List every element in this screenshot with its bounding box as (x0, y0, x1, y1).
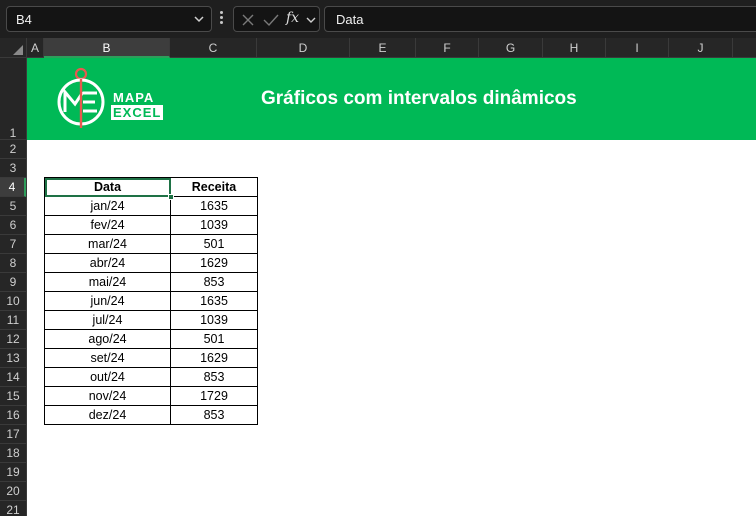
chevron-down-icon[interactable] (306, 13, 316, 27)
formula-input[interactable]: Data (324, 6, 756, 32)
revenue-cell[interactable]: 501 (170, 234, 258, 254)
table-row: nov/24 1729 (44, 386, 258, 406)
table-row: fev/24 1039 (44, 215, 258, 235)
name-box[interactable]: B4 (6, 6, 212, 32)
table-row: dez/24 853 (44, 405, 258, 425)
data-table: Data Receita jan/24 1635 fev/24 1039 mar/24 501… (44, 177, 258, 425)
date-cell[interactable]: jan/24 (44, 196, 171, 216)
row-header: 1 2 3 4 5 6 7 8 9 10 11 12 13 14 15 16 17 18 19 20 21 (0, 58, 27, 516)
row-header-1[interactable]: 1 (0, 58, 26, 140)
row-header-11[interactable]: 11 (0, 311, 26, 330)
name-box-value: B4 (16, 12, 32, 27)
column-header-d[interactable]: D (257, 38, 350, 58)
sheet-title: Gráficos com intervalos dinâmicos (261, 88, 577, 109)
column-header-c[interactable]: C (170, 38, 257, 58)
chevron-down-icon[interactable] (193, 12, 205, 26)
row-header-16[interactable]: 16 (0, 406, 26, 425)
column-header-a[interactable]: A (27, 38, 44, 58)
formula-input-value: Data (336, 12, 364, 27)
formula-bar: B4 fx Data (0, 0, 756, 38)
column-header: ABCDEFGHIJ (0, 38, 756, 58)
revenue-cell[interactable]: 1039 (170, 310, 258, 330)
column-header-e[interactable]: E (350, 38, 416, 58)
column-header-f[interactable]: F (416, 38, 479, 58)
revenue-cell[interactable]: 1729 (170, 386, 258, 406)
date-cell[interactable]: mar/24 (44, 234, 171, 254)
cell-text: Data (93, 179, 122, 194)
row-header-7[interactable]: 7 (0, 235, 26, 254)
table-header-row: Data Receita (44, 177, 258, 200)
table-row: abr/24 1629 (44, 253, 258, 273)
revenue-cell[interactable]: 1629 (170, 253, 258, 273)
row-header-19[interactable]: 19 (0, 463, 26, 482)
revenue-cell[interactable]: 501 (170, 329, 258, 349)
more-options-icon[interactable] (220, 11, 224, 26)
date-cell[interactable]: jul/24 (44, 310, 171, 330)
table-row: mai/24 853 (44, 272, 258, 292)
column-header-j[interactable]: J (669, 38, 733, 58)
row-header-10[interactable]: 10 (0, 292, 26, 311)
select-all-button[interactable] (0, 38, 27, 58)
column-header-h[interactable]: H (543, 38, 606, 58)
table-row: jul/24 1039 (44, 310, 258, 330)
row-header-3[interactable]: 3 (0, 159, 26, 178)
row-header-20[interactable]: 20 (0, 482, 26, 501)
fill-handle[interactable] (168, 194, 174, 200)
date-cell[interactable]: ago/24 (44, 329, 171, 349)
logo-text-top: MAPA (113, 90, 155, 105)
date-cell[interactable]: nov/24 (44, 386, 171, 406)
enter-check-icon[interactable] (263, 13, 279, 27)
column-header-g[interactable]: G (479, 38, 543, 58)
logo-emblem-icon (57, 67, 105, 128)
table-row: mar/24 501 (44, 234, 258, 254)
table-row: set/24 1629 (44, 348, 258, 368)
cancel-icon[interactable] (241, 13, 255, 27)
row-header-15[interactable]: 15 (0, 387, 26, 406)
date-cell[interactable]: fev/24 (44, 215, 171, 235)
date-cell[interactable]: abr/24 (44, 253, 171, 273)
row-header-5[interactable]: 5 (0, 197, 26, 216)
revenue-cell[interactable]: 853 (170, 272, 258, 292)
mapa-excel-logo: MAPA EXCEL (53, 66, 193, 132)
logo-text-bottom: EXCEL (111, 105, 164, 120)
date-cell[interactable]: out/24 (44, 367, 171, 387)
row-header-14[interactable]: 14 (0, 368, 26, 387)
row-header-18[interactable]: 18 (0, 444, 26, 463)
row-header-9[interactable]: 9 (0, 273, 26, 292)
column-header-i[interactable]: I (606, 38, 669, 58)
title-banner: MAPA EXCEL Gráficos com intervalos dinâm… (27, 58, 756, 140)
header-cell-receita[interactable]: Receita (170, 177, 258, 197)
revenue-cell[interactable]: 1635 (170, 196, 258, 216)
date-cell[interactable]: set/24 (44, 348, 171, 368)
date-cell[interactable]: jun/24 (44, 291, 171, 311)
row-header-13[interactable]: 13 (0, 349, 26, 368)
row-header-6[interactable]: 6 (0, 216, 26, 235)
insert-function-icon[interactable]: fx (286, 10, 299, 26)
table-row: ago/24 501 (44, 329, 258, 349)
worksheet-grid[interactable]: MAPA EXCEL Gráficos com intervalos dinâm… (27, 58, 756, 516)
table-row: jun/24 1635 (44, 291, 258, 311)
column-header-b[interactable]: B (44, 38, 170, 58)
header-cell-data[interactable]: Data (44, 177, 174, 200)
revenue-cell[interactable]: 1039 (170, 215, 258, 235)
date-cell[interactable]: dez/24 (44, 405, 171, 425)
row-header-12[interactable]: 12 (0, 330, 26, 349)
cell-text: Receita (191, 179, 237, 194)
revenue-cell[interactable]: 853 (170, 405, 258, 425)
revenue-cell[interactable]: 853 (170, 367, 258, 387)
revenue-cell[interactable]: 1629 (170, 348, 258, 368)
row-header-21[interactable]: 21 (0, 501, 26, 516)
formula-controls: fx (233, 6, 320, 32)
date-cell[interactable]: mai/24 (44, 272, 171, 292)
row-header-8[interactable]: 8 (0, 254, 26, 273)
row-header-17[interactable]: 17 (0, 425, 26, 444)
table-row: jan/24 1635 (44, 196, 258, 216)
revenue-cell[interactable]: 1635 (170, 291, 258, 311)
table-row: out/24 853 (44, 367, 258, 387)
row-header-2[interactable]: 2 (0, 140, 26, 159)
row-header-4[interactable]: 4 (0, 178, 26, 197)
